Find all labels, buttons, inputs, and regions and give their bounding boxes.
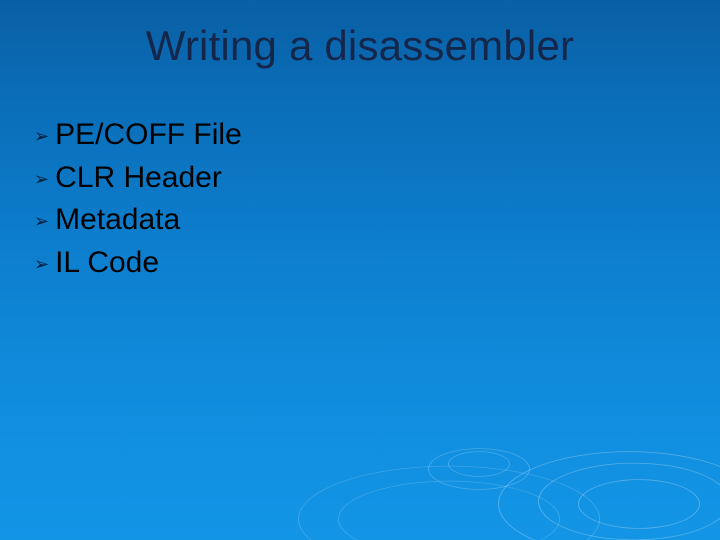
list-item-label: CLR Header: [55, 158, 222, 199]
list-item: ➢ IL Code: [34, 243, 680, 284]
list-item-label: IL Code: [55, 243, 159, 284]
decoration-ripple: [428, 448, 530, 490]
decoration-ripple: [538, 463, 720, 540]
bullet-icon: ➢: [34, 124, 49, 148]
decoration-ripple: [578, 479, 700, 529]
list-item-label: Metadata: [55, 200, 180, 241]
decoration-ripple: [298, 466, 600, 540]
list-item: ➢ PE/COFF File: [34, 115, 680, 156]
slide: Writing a disassembler ➢ PE/COFF File ➢ …: [0, 0, 720, 540]
slide-title: Writing a disassembler: [0, 22, 720, 70]
decoration-ripple: [338, 481, 560, 540]
slide-body: ➢ PE/COFF File ➢ CLR Header ➢ Metadata ➢…: [34, 115, 680, 285]
list-item: ➢ CLR Header: [34, 158, 680, 199]
bullet-icon: ➢: [34, 252, 49, 276]
list-item-label: PE/COFF File: [55, 115, 242, 156]
decoration-ripple: [448, 451, 510, 477]
bullet-icon: ➢: [34, 209, 49, 233]
decoration-ripple: [498, 451, 720, 540]
list-item: ➢ Metadata: [34, 200, 680, 241]
bullet-icon: ➢: [34, 167, 49, 191]
